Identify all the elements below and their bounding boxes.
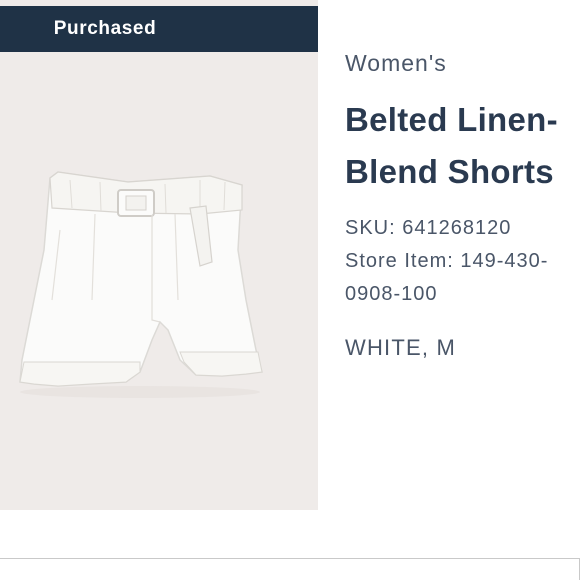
store-item-number-line-2: 0908-100	[345, 283, 438, 305]
product-category: Women's	[345, 50, 447, 76]
next-section-border	[0, 558, 580, 580]
product-title-line-1: Belted Linen-	[345, 101, 558, 138]
product-title-line-2: Blend Shorts	[345, 153, 554, 190]
purchased-badge: Purchased	[0, 6, 318, 52]
store-item-number-line-1: Store Item: 149-430-	[345, 250, 549, 272]
product-title[interactable]: Belted Linen- Blend Shorts	[345, 94, 580, 198]
product-card: Purchased Women's Belted Linen- Blend Sh…	[0, 0, 580, 580]
product-variant: WHITE, M	[345, 335, 457, 360]
product-image	[19, 171, 263, 398]
purchased-badge-label: Purchased	[53, 18, 157, 39]
product-image-panel[interactable]: Purchased	[0, 0, 318, 510]
product-info: Women's Belted Linen- Blend Shorts SKU: …	[345, 48, 580, 363]
left-cuff	[19, 361, 141, 387]
product-sku: SKU: 641268120	[345, 217, 512, 239]
